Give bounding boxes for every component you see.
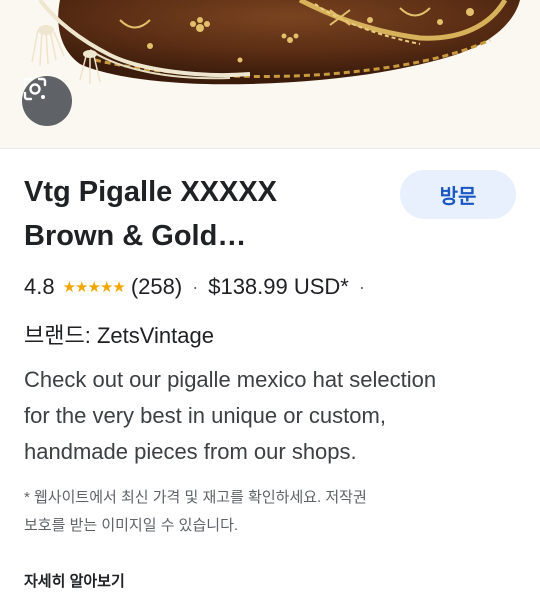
separator-dot: · <box>358 276 365 297</box>
lens-search-icon <box>23 77 47 101</box>
learn-more-link[interactable]: 자세히 알아보기 <box>24 568 524 596</box>
lens-search-button[interactable] <box>22 76 72 126</box>
star-icon: ★ <box>62 278 76 296</box>
product-title-line-2: Brown & Gold… <box>24 220 247 252</box>
star-icon: ★ <box>75 278 88 296</box>
image-divider <box>0 148 540 149</box>
sombrero-hat-image <box>31 0 521 85</box>
disclaimer-line-1: * 웹사이트에서 최신 가격 및 재고를 확인하세요. 저작권 <box>24 489 367 506</box>
star-icon: ★ <box>87 278 101 296</box>
description-line: handmade pieces from our shops. <box>24 439 357 464</box>
rating-price-row: 4.8 ★ ★ ★ ★ ★ (258) · $138.99 USD* · <box>24 270 375 304</box>
description-line: Check out our pigalle mexico hat selecti… <box>24 367 437 392</box>
star-icon: ★ <box>99 278 113 296</box>
disclaimer-line-2-text: 보호를 받는 이미지일 수 있습니다. <box>24 517 239 534</box>
star-icon: ★ <box>112 278 125 296</box>
product-image[interactable] <box>0 0 540 148</box>
brand-text: 브랜드: ZetsVintage <box>24 323 214 348</box>
product-description: Check out our pigalle mexico hat selecti… <box>24 362 524 470</box>
product-title[interactable]: Vtg Pigalle XXXXX Brown & Gold… <box>24 170 364 258</box>
disclaimer: * 웹사이트에서 최신 가격 및 재고를 확인하세요. 저작권 보호를 받는 이… <box>24 484 524 596</box>
rating-value: 4.8 <box>24 274 55 299</box>
product-title-line-1: Vtg Pigalle XXXXX <box>24 176 278 208</box>
rating-stars: ★ ★ ★ ★ ★ <box>62 278 126 296</box>
separator-dot: · <box>192 276 199 297</box>
description-line: for the very best in unique or custom, <box>24 403 386 428</box>
disclaimer-line-2: 보호를 받는 이미지일 수 있습니다. 자세히 알아보기 <box>24 512 524 596</box>
visit-button[interactable]: 방문 <box>400 170 516 219</box>
review-count: (258) <box>130 274 183 299</box>
price: $138.99 USD* <box>208 274 349 299</box>
